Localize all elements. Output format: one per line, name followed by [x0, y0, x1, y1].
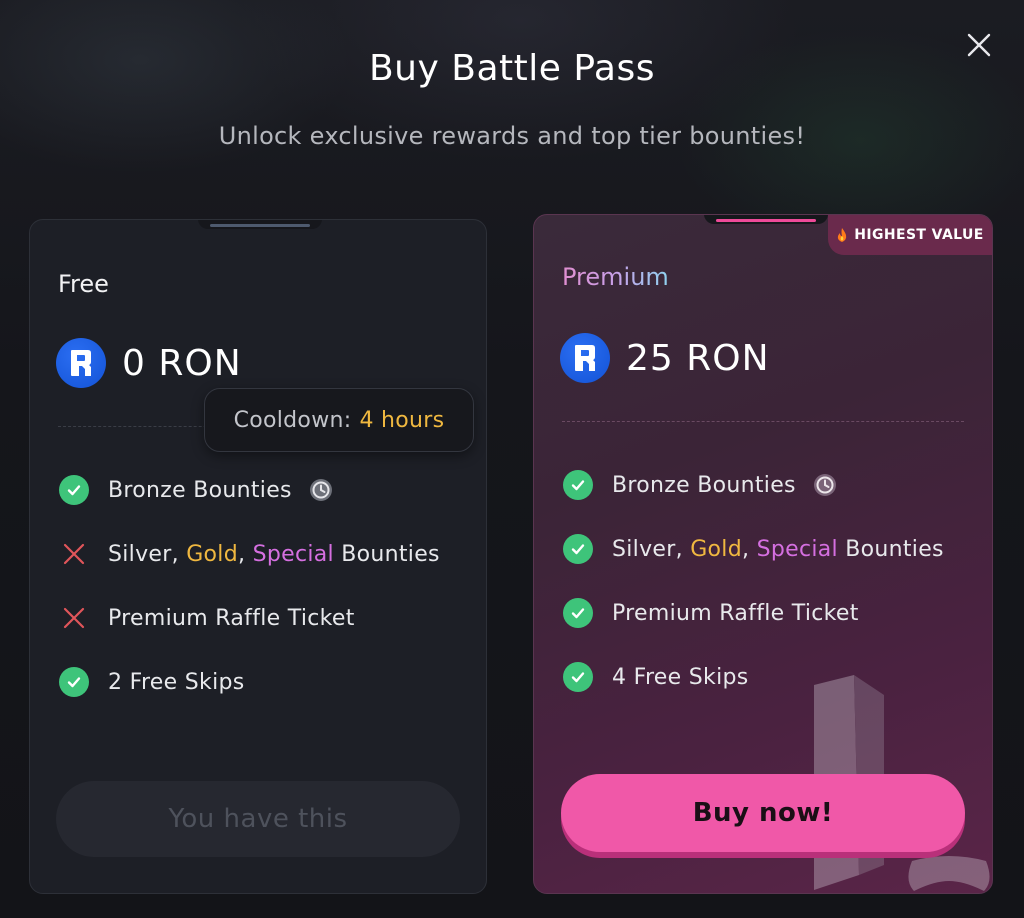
feature-text: Premium Raffle Ticket	[612, 600, 859, 626]
price: 0 RON	[56, 338, 242, 388]
x-icon	[58, 538, 90, 570]
check-circle-icon	[562, 469, 594, 501]
card-notch	[704, 215, 828, 224]
free-tier-card: Free 0 RON Bronze Bounties Silver, Gold,…	[29, 219, 487, 894]
tier-name: Free	[58, 270, 109, 298]
controller-illustration	[908, 856, 990, 891]
feature-item: 4 Free Skips	[562, 645, 972, 709]
ronin-logo-icon	[56, 338, 106, 388]
check-circle-icon	[562, 533, 594, 565]
feature-text: Silver, Gold, Special Bounties	[108, 541, 440, 567]
premium-tier-card: HIGHEST VALUE Premium 25 RON Bronze Boun…	[533, 214, 993, 894]
flame-icon	[838, 228, 847, 242]
cooldown-tooltip: Cooldown: 4 hours	[204, 388, 474, 452]
cooldown-timer-icon[interactable]	[812, 472, 838, 498]
feature-item: Bronze Bounties	[562, 453, 972, 517]
feature-text: 4 Free Skips	[612, 664, 749, 690]
check-circle-icon	[58, 666, 90, 698]
check-circle-icon	[562, 597, 594, 629]
feature-text: 2 Free Skips	[108, 669, 245, 695]
card-notch	[198, 220, 322, 229]
feature-text: Bronze Bounties	[612, 472, 796, 498]
feature-text: Silver, Gold, Special Bounties	[612, 536, 944, 562]
tier-name: Premium	[562, 263, 669, 291]
check-circle-icon	[562, 661, 594, 693]
highest-value-badge: HIGHEST VALUE	[828, 215, 992, 255]
feature-list: Bronze Bounties Silver, Gold, Special Bo…	[58, 458, 466, 714]
feature-item: Silver, Gold, Special Bounties	[58, 522, 466, 586]
owned-button: You have this	[56, 781, 460, 857]
feature-text: Bronze Bounties	[108, 477, 292, 503]
price-value: 25 RON	[626, 337, 770, 379]
check-circle-icon	[58, 474, 90, 506]
price: 25 RON	[560, 333, 770, 383]
feature-item: Bronze Bounties	[58, 458, 466, 522]
tooltip-value: 4 hours	[359, 407, 445, 433]
x-icon	[58, 602, 90, 634]
feature-text: Premium Raffle Ticket	[108, 605, 355, 631]
feature-item: Premium Raffle Ticket	[58, 586, 466, 650]
badge-label: HIGHEST VALUE	[854, 227, 984, 243]
cooldown-timer-icon[interactable]	[308, 477, 334, 503]
modal-subtitle: Unlock exclusive rewards and top tier bo…	[218, 122, 806, 150]
feature-item: Premium Raffle Ticket	[562, 581, 972, 645]
feature-item: 2 Free Skips	[58, 650, 466, 714]
divider	[562, 421, 964, 422]
feature-list: Bronze Bounties Silver, Gold, Special Bo…	[562, 453, 972, 709]
tooltip-label: Cooldown:	[233, 407, 352, 433]
modal-title: Buy Battle Pass	[368, 48, 655, 89]
price-value: 0 RON	[122, 342, 242, 384]
feature-item: Silver, Gold, Special Bounties	[562, 517, 972, 581]
ronin-logo-icon	[560, 333, 610, 383]
buy-now-button[interactable]: Buy now!	[561, 774, 965, 852]
